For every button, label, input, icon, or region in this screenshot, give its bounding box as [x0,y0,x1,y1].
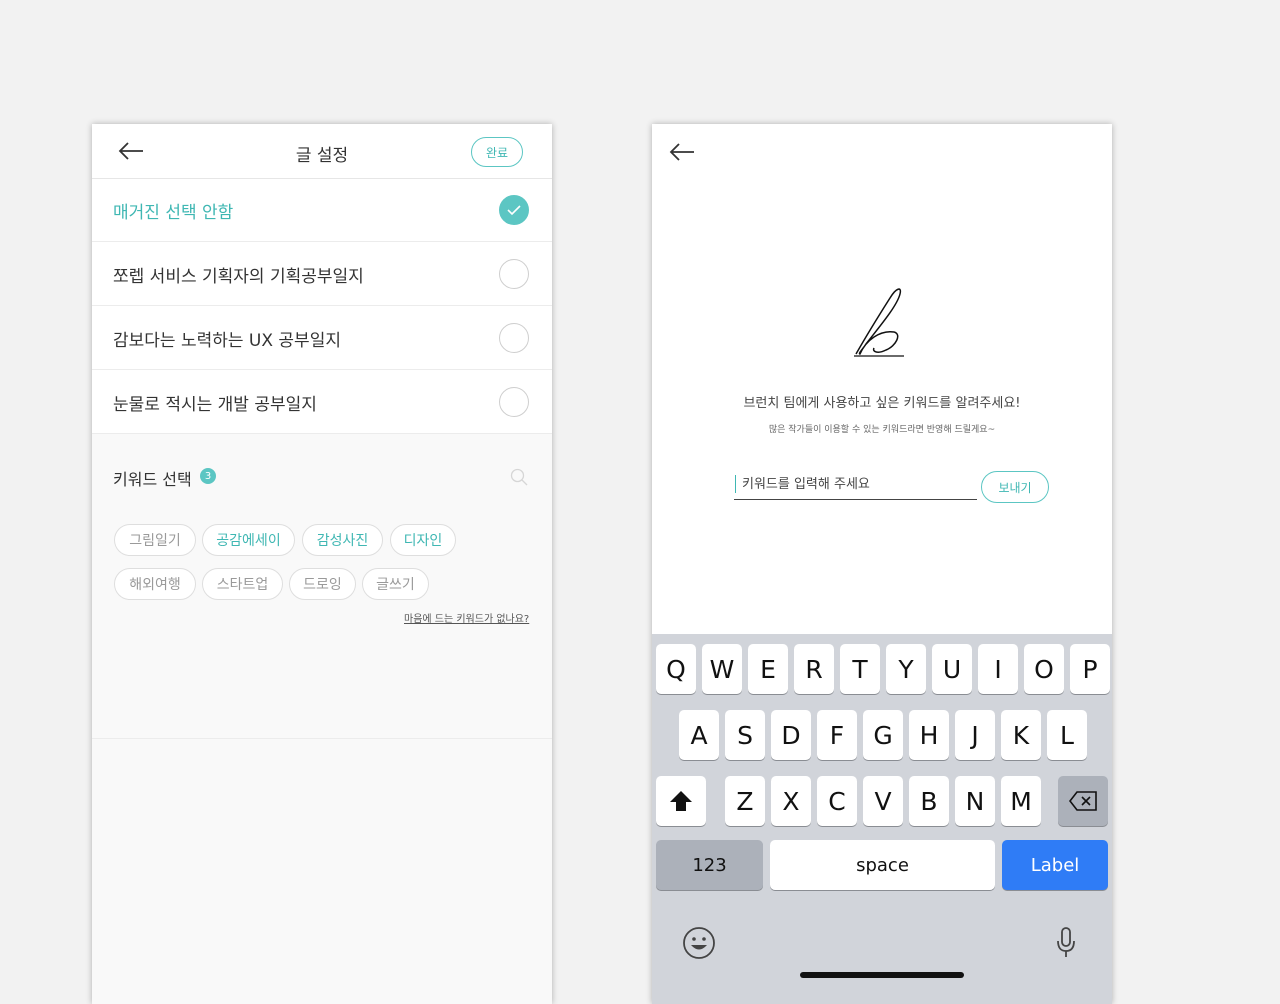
keyword-panel: 키워드 선택 3 그림일기 공감에세이 감성사진 디자인 해외여행 스타트업 드… [92,434,552,1004]
magazine-option-label: 매거진 선택 안함 [113,203,234,223]
divider [92,738,552,739]
key-m[interactable]: M [1001,776,1041,826]
keyword-section-title: 키워드 선택 [113,470,192,489]
keyword-chip[interactable]: 스타트업 [202,568,283,600]
magazine-option[interactable]: 매거진 선택 안함 [92,178,552,242]
back-arrow-icon[interactable] [669,142,695,162]
key-a[interactable]: A [679,710,719,760]
magazine-option-label: 감보다는 노력하는 UX 공부일지 [113,331,341,351]
key-t[interactable]: T [840,644,880,694]
key-j[interactable]: J [955,710,995,760]
numbers-key[interactable]: 123 [656,840,763,890]
home-indicator [800,972,964,978]
shift-arrow-icon [670,791,692,811]
keyword-chip[interactable]: 드로잉 [289,568,356,600]
keyboard: Q W E R T Y U I O P A S D F G H J K L Z … [652,634,1112,1004]
key-e[interactable]: E [748,644,788,694]
key-d[interactable]: D [771,710,811,760]
post-settings-screen: 글 설정 완료 매거진 선택 안함 쪼렙 서비스 기획자의 기획공부일지 감보다… [92,124,552,1004]
text-caret [735,475,736,493]
key-f[interactable]: F [817,710,857,760]
key-x[interactable]: X [771,776,811,826]
keyword-chip[interactable]: 공감에세이 [202,524,295,556]
key-u[interactable]: U [932,644,972,694]
key-c[interactable]: C [817,776,857,826]
header: 글 설정 완료 [92,124,552,179]
key-v[interactable]: V [863,776,903,826]
key-l[interactable]: L [1047,710,1087,760]
no-keyword-link[interactable]: 마음에 드는 키워드가 없나요? [404,610,529,625]
check-icon [507,205,521,216]
keyword-chip[interactable]: 그림일기 [114,524,196,556]
keyword-request-screen: 브런치 팀에게 사용하고 싶은 키워드를 알려주세요! 많은 작가들이 이용할 … [652,124,1112,1004]
send-button[interactable]: 보내기 [981,471,1049,503]
keyword-chip[interactable]: 해외여행 [114,568,196,600]
key-w[interactable]: W [702,644,742,694]
shift-key[interactable] [656,776,706,826]
key-z[interactable]: Z [725,776,765,826]
magazine-option[interactable]: 감보다는 노력하는 UX 공부일지 [92,306,552,370]
prompt-title: 브런치 팀에게 사용하고 싶은 키워드를 알려주세요! [743,396,1021,411]
key-o[interactable]: O [1024,644,1064,694]
magazine-option-label: 쪼렙 서비스 기획자의 기획공부일지 [113,267,364,287]
keyword-count-badge: 3 [200,468,216,484]
key-r[interactable]: R [794,644,834,694]
emoji-icon[interactable] [682,926,716,960]
unchecked-radio[interactable] [499,323,529,353]
backspace-key[interactable] [1058,776,1108,826]
key-p[interactable]: P [1070,644,1110,694]
keyword-chip[interactable]: 글쓰기 [362,568,429,600]
key-s[interactable]: S [725,710,765,760]
key-q[interactable]: Q [656,644,696,694]
action-key[interactable]: Label [1002,840,1108,890]
key-i[interactable]: I [978,644,1018,694]
brunch-logo-icon [854,288,904,357]
key-y[interactable]: Y [886,644,926,694]
key-h[interactable]: H [909,710,949,760]
key-n[interactable]: N [955,776,995,826]
key-k[interactable]: K [1001,710,1041,760]
magazine-option[interactable]: 쪼렙 서비스 기획자의 기획공부일지 [92,242,552,306]
prompt-subtitle: 많은 작가들이 이용할 수 있는 키워드라면 반영해 드릴게요~ [768,425,996,435]
keyword-input[interactable] [734,470,977,500]
key-g[interactable]: G [863,710,903,760]
magazine-option[interactable]: 눈물로 적시는 개발 공부일지 [92,370,552,434]
keyword-chip[interactable]: 디자인 [390,524,456,556]
magazine-option-label: 눈물로 적시는 개발 공부일지 [113,395,317,415]
microphone-icon[interactable] [1056,926,1076,960]
done-button[interactable]: 완료 [471,137,523,167]
checked-radio[interactable] [499,195,529,225]
unchecked-radio[interactable] [499,387,529,417]
space-key[interactable]: space [770,840,995,890]
search-icon[interactable] [510,468,528,486]
key-b[interactable]: B [909,776,949,826]
keyword-chip[interactable]: 감성사진 [302,524,383,556]
unchecked-radio[interactable] [499,259,529,289]
backspace-icon [1069,791,1097,811]
